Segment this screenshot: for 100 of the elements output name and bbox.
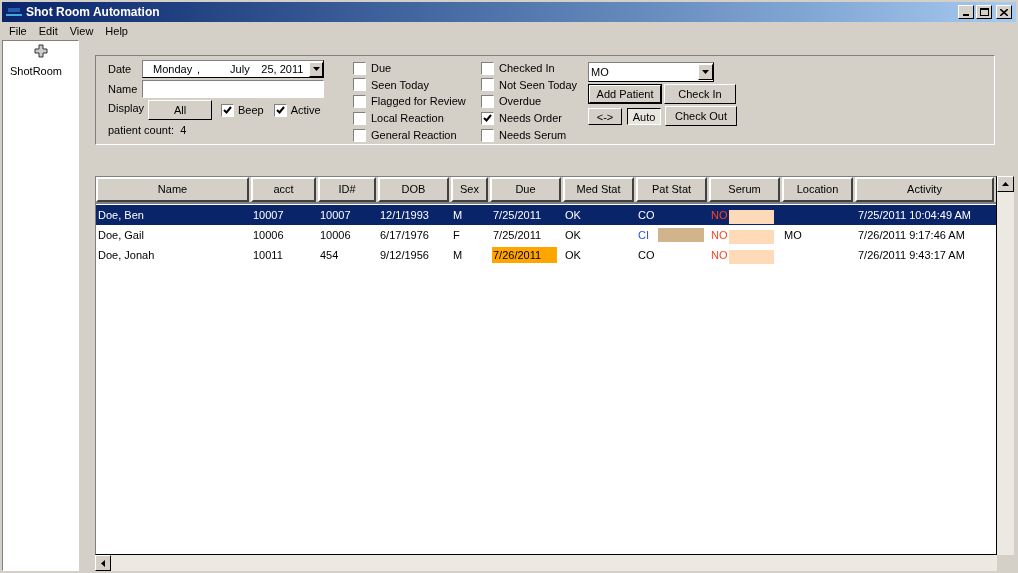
name-field[interactable]: [142, 80, 324, 98]
table-cell-text: Doe, Gail: [98, 227, 144, 243]
table-row[interactable]: Doe, Gail 10006 10006 6/17/1976 F 7/25/2011 OK CI NO MO 7/26/2011 9:17:46 AM: [96, 225, 996, 245]
beep-label: Beep: [238, 102, 264, 118]
sidebar-item[interactable]: ShotRoom: [10, 65, 62, 77]
location-value: MO: [591, 64, 610, 80]
serum-swatch: [729, 249, 774, 264]
filter-label: Due: [371, 60, 392, 76]
filter-label: Checked In: [499, 60, 555, 76]
date-part: 25, 2011: [261, 61, 305, 77]
checkbox[interactable]: [481, 61, 494, 75]
column-header[interactable]: ID#: [318, 177, 376, 202]
app-icon: [6, 7, 22, 17]
table-cell-text: Doe, Ben: [98, 207, 144, 223]
serum-status: NO: [711, 247, 729, 263]
display-button[interactable]: All: [148, 100, 212, 120]
status-code: CO: [638, 207, 652, 223]
serum-status: NO: [711, 227, 729, 243]
column-header[interactable]: Serum: [709, 177, 780, 202]
horizontal-scrollbar[interactable]: [95, 555, 997, 571]
column-header[interactable]: Sex: [451, 177, 488, 202]
active-label: Active: [290, 102, 321, 118]
status-code: CI: [638, 227, 650, 243]
column-header[interactable]: Name: [96, 177, 249, 202]
scroll-up-button[interactable]: [997, 176, 1014, 192]
filter-label: General Reaction: [371, 127, 457, 143]
checkbox[interactable]: [481, 95, 494, 109]
check-out-button[interactable]: Check Out: [665, 106, 737, 126]
table-cell-text: OK: [565, 207, 581, 223]
maximize-button[interactable]: [976, 5, 992, 19]
auto-button[interactable]: Auto: [627, 107, 661, 125]
checkbox[interactable]: [353, 78, 366, 92]
table-row[interactable]: Doe, Ben 10007 10007 12/1/1993 M 7/25/2011 OK CO NO 7/25/2011 10:04:49 AM: [96, 205, 996, 225]
due-date: 7/25/2011: [492, 227, 543, 243]
column-header[interactable]: Med Stat: [563, 177, 634, 202]
filter-label: Flagged for Review: [371, 94, 466, 110]
swap-button[interactable]: <->: [588, 107, 622, 125]
checkbox[interactable]: [353, 111, 366, 125]
location-dropdown[interactable]: MO: [588, 62, 714, 82]
menu-item[interactable]: View: [69, 22, 94, 40]
filter-label: Needs Order: [499, 111, 562, 127]
checkbox[interactable]: [353, 95, 366, 109]
up-arrow-icon: [1002, 182, 1009, 186]
checkbox[interactable]: [221, 103, 234, 117]
checkbox[interactable]: [353, 128, 366, 142]
table-cell-text: 10007: [253, 207, 284, 223]
menu-item[interactable]: Help: [105, 22, 128, 40]
filter-label: Local Reaction: [371, 111, 444, 127]
checkbox[interactable]: [481, 128, 494, 142]
date-label: Date: [108, 61, 133, 77]
due-date: 7/26/2011: [492, 246, 557, 264]
close-button[interactable]: [996, 5, 1012, 19]
table-row[interactable]: Doe, Jonah 10011 454 9/12/1956 M 7/26/2011 OK CO NO 7/26/2011 9:43:17 AM: [96, 245, 996, 265]
due-date: 7/25/2011: [492, 207, 543, 223]
caret-icon: [702, 70, 709, 74]
scroll-left-button[interactable]: [95, 555, 111, 571]
date-part: Monday: [153, 61, 194, 77]
filter-label: Seen Today: [371, 77, 429, 93]
table-cell-text: 7/25/2011 10:04:49 AM: [858, 207, 971, 223]
table-cell-text: M: [453, 247, 463, 263]
dropdown-button[interactable]: [309, 61, 323, 77]
table-cell-text: M: [453, 207, 463, 223]
minimize-button[interactable]: [958, 5, 974, 19]
add-patient-button[interactable]: Add Patient: [588, 84, 662, 104]
column-header[interactable]: Due: [490, 177, 561, 202]
table-cell-text: F: [453, 227, 460, 243]
column-header[interactable]: Activity: [855, 177, 994, 202]
filter-label: Overdue: [499, 94, 542, 110]
check-in-button[interactable]: Check In: [664, 84, 736, 104]
column-header[interactable]: Location: [782, 177, 853, 202]
plus-icon[interactable]: [33, 44, 48, 58]
column-header[interactable]: Pat Stat: [636, 177, 707, 202]
table-cell-text: 7/26/2011 9:43:17 AM: [858, 247, 965, 263]
table-cell-text: MO: [784, 227, 802, 243]
patient-count: patient count: 4: [108, 123, 188, 138]
window-title: Shot Room Automation: [26, 4, 160, 21]
table-cell-text: 10011: [253, 247, 283, 263]
table-cell-text: 10006: [320, 227, 351, 243]
menu-item[interactable]: Edit: [38, 22, 58, 40]
serum-swatch: [729, 209, 774, 224]
filter-label: Needs Serum: [499, 127, 567, 143]
column-header[interactable]: DOB: [378, 177, 449, 202]
display-label: Display: [108, 101, 146, 116]
name-label: Name: [108, 81, 139, 97]
serum-swatch: [729, 229, 774, 244]
menu-item[interactable]: File: [9, 22, 27, 40]
table-cell-text: OK: [565, 227, 581, 243]
table-cell-text: 10007: [320, 207, 351, 223]
date-part: ,: [197, 61, 202, 77]
date-picker[interactable]: Monday , July 25, 2011: [142, 60, 324, 78]
serum-status: NO: [711, 207, 729, 223]
filter-label: Not Seen Today: [499, 77, 578, 93]
checkbox[interactable]: [481, 111, 494, 125]
checkbox[interactable]: [353, 61, 366, 75]
column-header[interactable]: acct: [251, 177, 316, 202]
checkbox[interactable]: [481, 78, 494, 92]
table-cell-text: 9/12/1956: [380, 247, 429, 263]
checkbox[interactable]: [273, 103, 287, 117]
vertical-scrollbar[interactable]: [997, 176, 1014, 555]
left-arrow-icon: [101, 559, 105, 567]
